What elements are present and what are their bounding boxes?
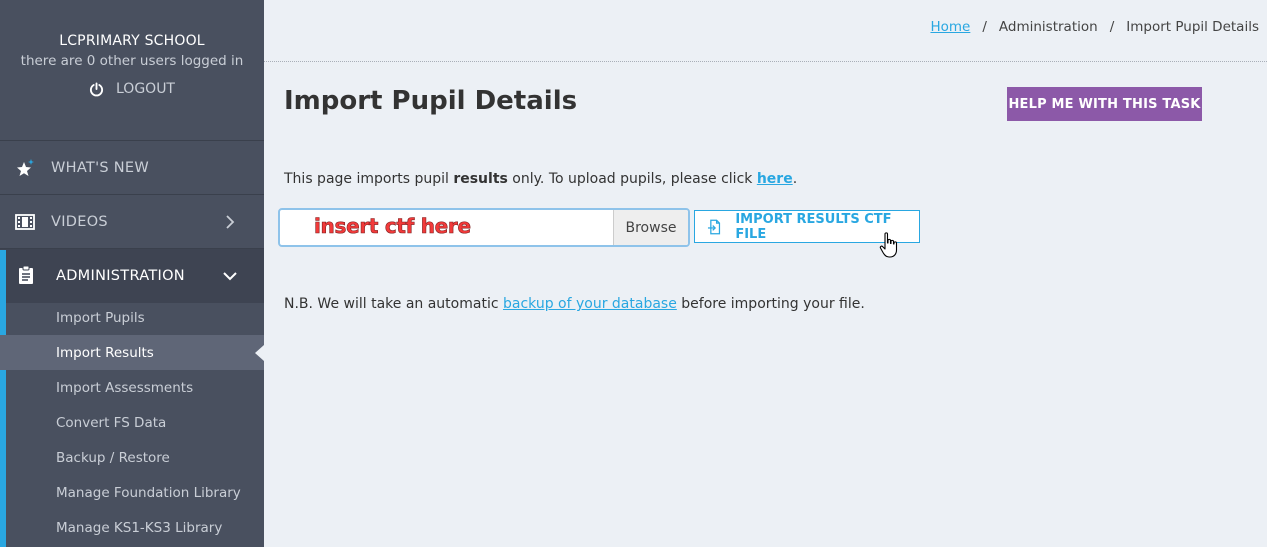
submenu-label: Import Results — [56, 344, 154, 361]
nb-part: N.B. We will take an automatic — [284, 296, 503, 312]
file-upload-group: insert ctf here Browse — [278, 208, 690, 247]
file-path-input[interactable]: insert ctf here — [280, 210, 613, 245]
menu-label: VIDEOS — [51, 213, 108, 230]
help-button[interactable]: HELP ME WITH THIS TASK — [1007, 87, 1202, 121]
upload-pupils-link[interactable]: here — [757, 171, 793, 187]
intro-part: . — [792, 171, 798, 187]
submenu-label: Convert FS Data — [56, 414, 167, 431]
film-icon — [15, 214, 35, 230]
browse-button[interactable]: Browse — [613, 210, 688, 245]
breadcrumb-home-link[interactable]: Home — [930, 19, 970, 35]
nb-part: before importing your file. — [676, 296, 865, 312]
menu-whats-new[interactable]: WHAT'S NEW — [0, 141, 264, 195]
intro-part: This page imports pupil — [284, 171, 454, 187]
breadcrumb-separator: / — [1109, 18, 1115, 35]
submenu-import-pupils[interactable]: Import Pupils — [0, 300, 264, 335]
submenu-import-assessments[interactable]: Import Assessments — [0, 370, 264, 405]
current-page-pointer — [255, 345, 264, 361]
submenu-label: Import Pupils — [56, 309, 145, 326]
school-name: LCPRIMARY SCHOOL — [59, 33, 205, 49]
submenu-label: Manage Foundation Library — [56, 484, 241, 501]
submenu-label: Backup / Restore — [56, 449, 170, 466]
page-title: Import Pupil Details — [284, 86, 578, 116]
chevron-down-icon — [223, 272, 237, 281]
logout-button[interactable]: LOGOUT — [0, 81, 264, 97]
chevron-right-icon — [226, 215, 235, 229]
power-icon — [89, 81, 104, 96]
submenu-manage-ks1-ks3-library[interactable]: Manage KS1-KS3 Library — [0, 510, 264, 545]
menu-label: ADMINISTRATION — [56, 268, 185, 284]
breadcrumb-current: Import Pupil Details — [1126, 18, 1259, 35]
file-import-icon — [707, 219, 721, 234]
submenu-manage-foundation-library[interactable]: Manage Foundation Library — [0, 475, 264, 510]
backup-note: N.B. We will take an automatic backup of… — [284, 296, 865, 312]
star-sparkle-icon — [17, 159, 34, 176]
hand-cursor-icon — [879, 232, 898, 258]
intro-text: This page imports pupil results only. To… — [284, 171, 797, 187]
submenu-label: Manage KS1-KS3 Library — [56, 519, 223, 536]
logout-label: LOGOUT — [116, 81, 175, 97]
clipboard-icon — [19, 265, 33, 284]
submenu-label: Import Assessments — [56, 379, 194, 396]
users-logged-in: there are 0 other users logged in — [20, 53, 244, 69]
breadcrumb-separator: / — [982, 18, 987, 35]
breadcrumb: Home / Administration / Import Pupil Det… — [264, 0, 1267, 62]
intro-bold: results — [453, 171, 508, 187]
menu-administration[interactable]: ADMINISTRATION — [0, 249, 264, 303]
submenu-import-results[interactable]: Import Results — [0, 335, 264, 370]
annotation-text: insert ctf here — [314, 214, 472, 239]
submenu-backup-restore[interactable]: Backup / Restore — [0, 440, 264, 475]
breadcrumb-administration: Administration — [998, 18, 1098, 35]
user-panel: LCPRIMARY SCHOOL there are 0 other users… — [0, 0, 264, 141]
submenu-convert-fs-data[interactable]: Convert FS Data — [0, 405, 264, 440]
intro-part: only. To upload pupils, please click — [507, 171, 757, 187]
menu-label: WHAT'S NEW — [51, 159, 150, 176]
backup-database-link[interactable]: backup of your database — [503, 296, 677, 312]
menu-videos[interactable]: VIDEOS — [0, 195, 264, 249]
